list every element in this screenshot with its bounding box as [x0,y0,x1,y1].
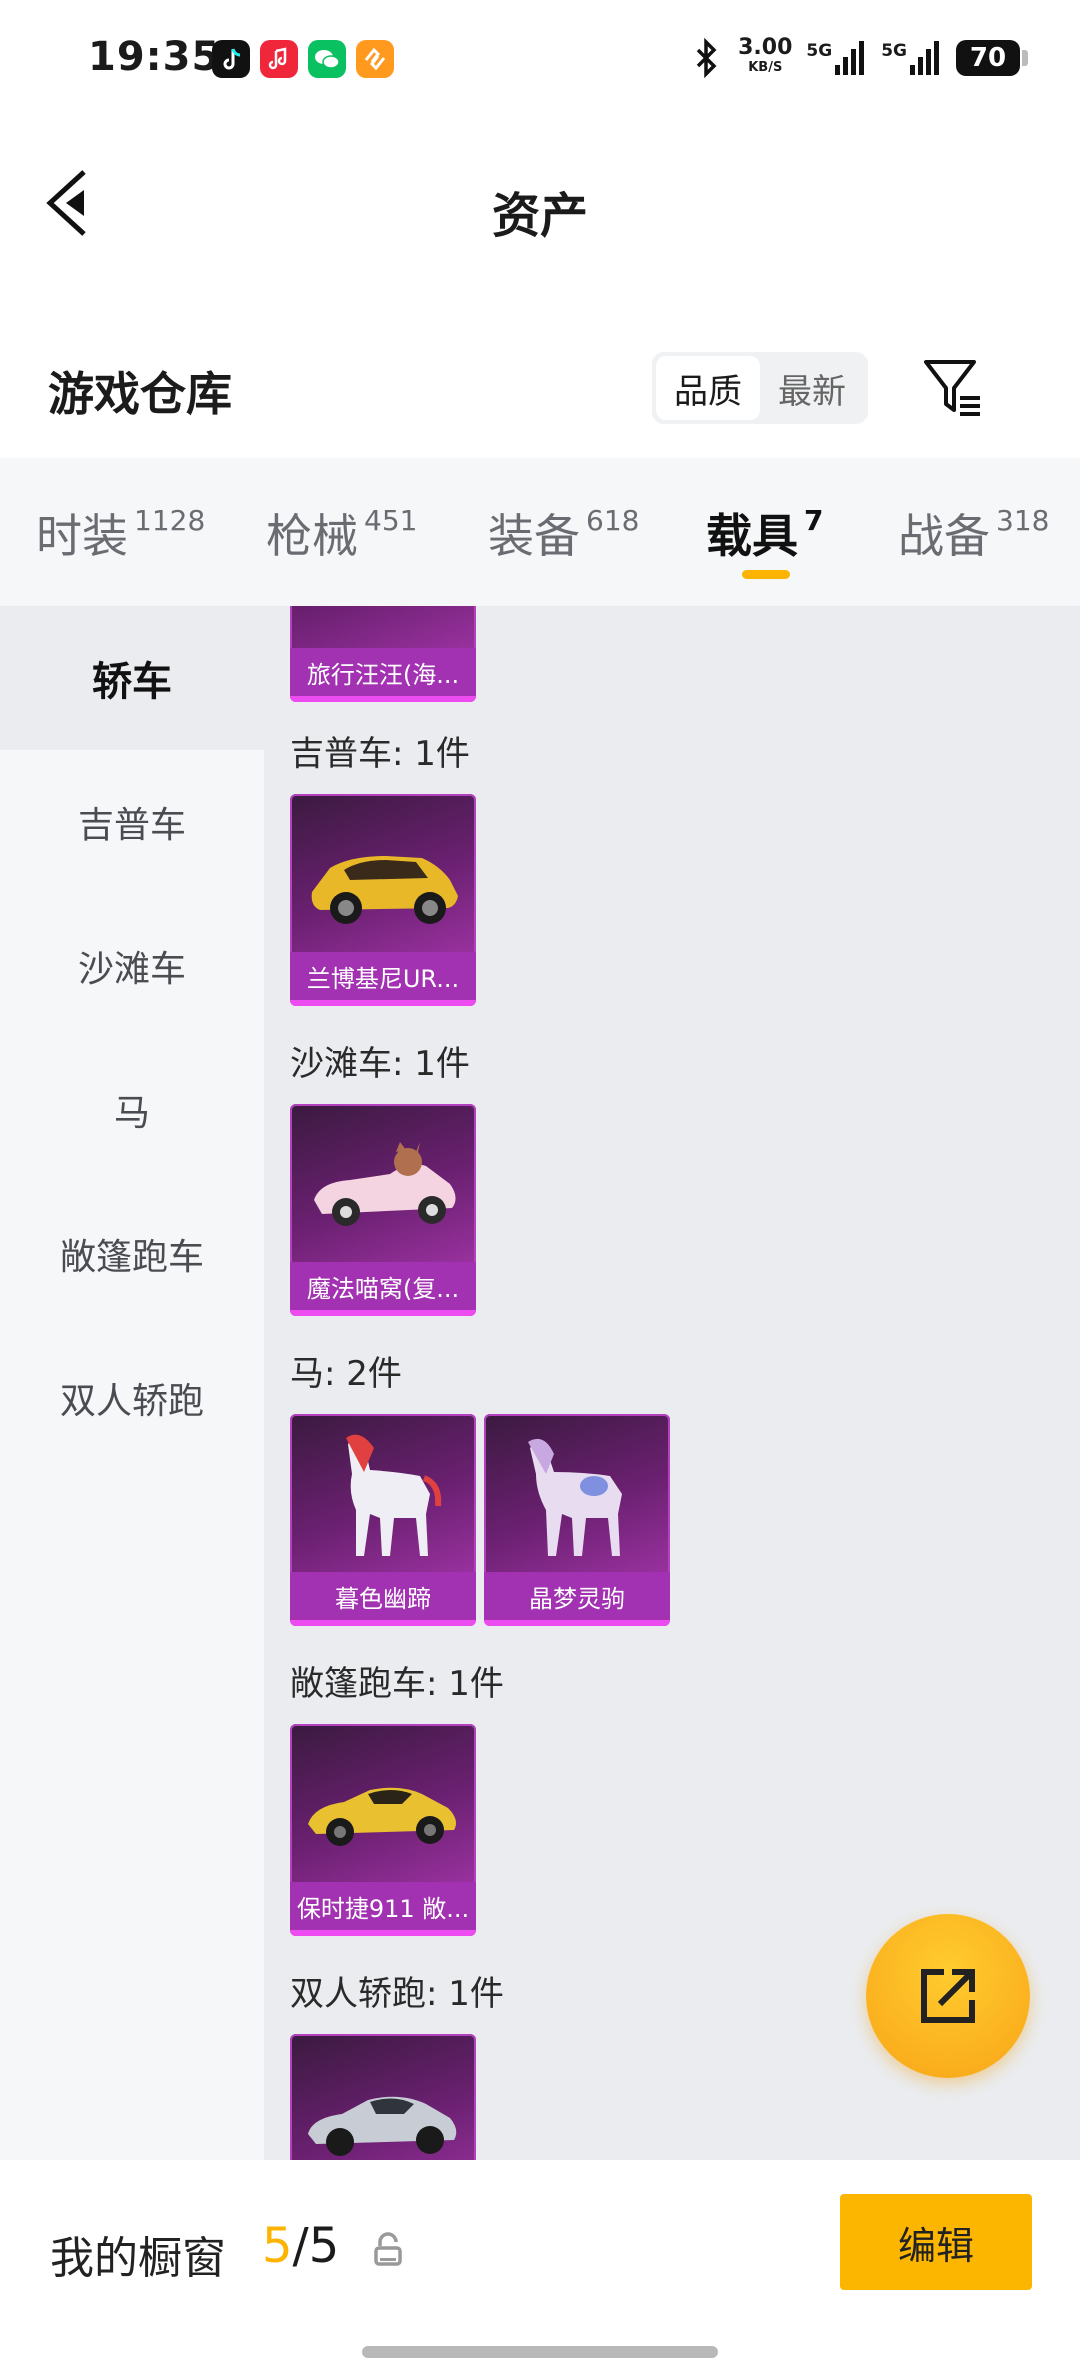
vehicle-image [290,606,476,650]
group-heading: 沙滩车: 1件 [290,1044,470,1084]
share-icon [921,1969,975,2023]
lock-icon [374,2232,402,2266]
section-title: 游戏仓库 [48,367,232,421]
group-heading: 吉普车: 1件 [290,734,470,774]
vehicle-card[interactable]: 保时捷911 敞... [290,1724,476,1936]
sort-quality-button[interactable]: 品质 [656,356,760,420]
showcase-bar: 我的橱窗 5/5 编辑 [0,2160,1080,2374]
tab-battle-gear[interactable]: 战备 318 [898,500,1049,566]
vehicle-name: 旅行汪汪(海... [290,648,476,696]
vehicle-card[interactable] [290,2034,476,2160]
status-bar: 19:35 3.00 KB/S 5G 5G 70 [0,0,1080,120]
filter-button[interactable] [920,352,990,422]
sort-toggle: 品质 最新 [652,352,868,424]
vehicle-card[interactable]: 暮色幽蹄 [290,1414,476,1626]
vehicle-card[interactable]: 兰博基尼UR... [290,794,476,1006]
coupe-image [308,2096,457,2156]
system-indicators: 3.00 KB/S 5G 5G 70 [690,35,1028,80]
orange-app-icon [356,40,394,78]
sidebar-item-horse[interactable]: 马 [0,1038,264,1182]
cat-car-image [314,1142,456,1226]
group-heading: 马: 2件 [290,1354,402,1394]
vehicle-card[interactable]: 晶梦灵驹 [484,1414,670,1626]
edit-button[interactable]: 编辑 [840,2194,1032,2290]
vehicle-name: 晶梦灵驹 [484,1572,670,1620]
signal-5g-1: 5G [806,41,867,75]
bluetooth-icon [696,38,717,78]
vehicle-name: 保时捷911 敞... [290,1882,476,1930]
vehicle-card[interactable]: 魔法喵窝(复... [290,1104,476,1316]
category-tabs: 时装 1128 枪械 451 装备 618 载具 7 战备 318 [0,458,1080,606]
horse-image [346,1434,442,1556]
vehicle-name: 暮色幽蹄 [290,1572,476,1620]
sort-newest-button[interactable]: 最新 [760,356,864,420]
sidebar-item-beach-buggy[interactable]: 沙滩车 [0,894,264,1038]
battery-indicator: 70 [956,40,1028,76]
tab-vehicles[interactable]: 载具 7 [706,500,823,566]
tab-guns[interactable]: 枪械 451 [266,500,417,566]
sidebar-item-coupe[interactable]: 双人轿跑 [0,1326,264,1470]
porsche-image [308,1787,456,1846]
showcase-label: 我的橱窗 [50,2233,226,2284]
sidebar-item-convertible[interactable]: 敞篷跑车 [0,1182,264,1326]
tab-fashion[interactable]: 时装 1128 [36,500,205,566]
tab-equipment[interactable]: 装备 618 [488,500,639,566]
vehicle-name: 魔法喵窝(复... [290,1262,476,1310]
net-speed: 3.00 KB/S [738,35,793,76]
showcase-count: 5/5 [262,2218,340,2274]
group-heading: 敞篷跑车: 1件 [290,1664,504,1704]
group-heading: 双人轿跑: 1件 [290,1974,504,2014]
horse-image [528,1438,622,1556]
sidebar-item-jeep[interactable]: 吉普车 [0,750,264,894]
sidebar-item-sedan[interactable]: 轿车 [0,606,264,750]
active-tab-indicator [742,570,790,579]
tiktok-icon [212,40,250,78]
music-app-icon [260,40,298,78]
wechat-icon [308,40,346,78]
share-button[interactable] [866,1914,1030,2078]
vehicle-card[interactable]: 旅行汪汪(海... [290,606,476,702]
home-indicator[interactable] [362,2346,718,2358]
page-title: 资产 [491,188,588,244]
filter-icon [924,360,980,416]
vehicle-type-sidebar: 轿车 吉普车 沙滩车 马 敞篷跑车 双人轿跑 [0,606,264,2160]
vehicle-name: 兰博基尼UR... [290,952,476,1000]
signal-5g-2: 5G [881,41,942,75]
status-time: 19:35 [88,34,221,80]
suv-image [311,856,458,924]
